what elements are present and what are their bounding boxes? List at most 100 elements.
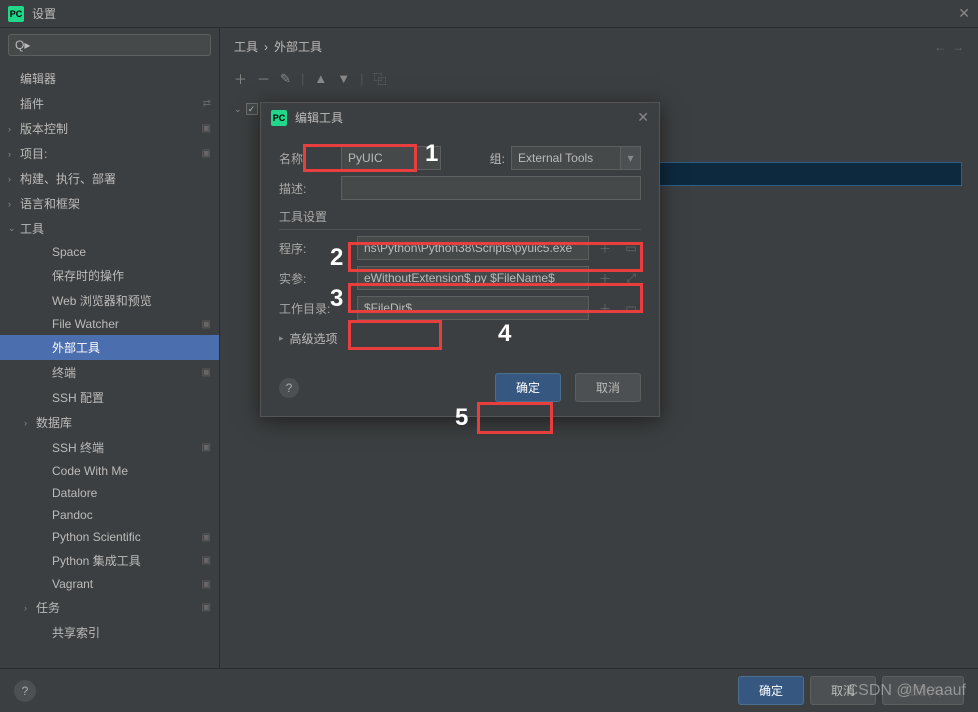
chevron-icon: ›	[8, 149, 20, 159]
advanced-options-toggle[interactable]: 高级选项	[290, 330, 338, 347]
dialog-ok-button[interactable]: 确定	[495, 373, 561, 402]
sidebar-item[interactable]: Python Scientific▣	[0, 526, 219, 548]
search-input[interactable]	[8, 34, 211, 56]
chevron-icon: ›	[24, 603, 36, 613]
sidebar-item[interactable]: ›数据库	[0, 410, 219, 435]
sidebar-item-label: 插件	[20, 95, 203, 112]
back-icon[interactable]: ←	[934, 40, 946, 54]
scope-icon: ▣	[202, 367, 211, 378]
sidebar-item[interactable]: ›构建、执行、部署	[0, 166, 219, 191]
sidebar-item[interactable]: Python 集成工具▣	[0, 548, 219, 573]
scope-icon: ▣	[202, 602, 211, 613]
sidebar-item[interactable]: ›语言和框架	[0, 191, 219, 216]
args-input[interactable]	[357, 266, 589, 290]
chevron-icon: ›	[24, 418, 36, 428]
browse-icon[interactable]: ▭	[621, 241, 641, 255]
sidebar-item-label: Web 浏览器和预览	[52, 292, 211, 309]
sidebar-item-label: 编辑器	[20, 70, 211, 87]
chevron-down-icon[interactable]: ▾	[621, 146, 641, 170]
ok-button[interactable]: 确定	[738, 676, 804, 705]
app-logo: PC	[8, 6, 24, 22]
sidebar-item-label: 外部工具	[52, 339, 211, 356]
dialog-help-icon[interactable]: ?	[279, 378, 299, 398]
sidebar-item[interactable]: Code With Me	[0, 460, 219, 482]
workdir-input[interactable]	[357, 296, 589, 320]
titlebar: PC 设置 ✕	[0, 0, 978, 28]
remove-button[interactable]: －	[257, 69, 270, 88]
sidebar-item[interactable]: 外部工具	[0, 335, 219, 360]
footer: ? 确定 取消 应用(A)	[0, 668, 978, 712]
help-icon[interactable]: ?	[14, 680, 36, 702]
toolbar: ＋ － ✎ | ▲ ▼ | ⿻	[220, 65, 978, 92]
args-label: 实参:	[279, 270, 351, 287]
window-title: 设置	[32, 5, 56, 22]
sidebar-item[interactable]: File Watcher▣	[0, 313, 219, 335]
sidebar: 编辑器插件⇄›版本控制▣›项目:▣›构建、执行、部署›语言和框架⌄工具Space…	[0, 28, 220, 668]
sidebar-item[interactable]: 保存时的操作	[0, 263, 219, 288]
sidebar-item[interactable]: ›项目:▣	[0, 141, 219, 166]
name-input[interactable]	[341, 146, 441, 170]
move-up-button[interactable]: ▲	[314, 71, 327, 86]
sidebar-item-label: Python Scientific	[52, 530, 202, 544]
sidebar-item[interactable]: Vagrant▣	[0, 573, 219, 595]
sidebar-item-label: 保存时的操作	[52, 267, 211, 284]
sidebar-item[interactable]: SSH 终端▣	[0, 435, 219, 460]
sidebar-item-label: 语言和框架	[20, 195, 211, 212]
scope-icon: ▣	[202, 555, 211, 566]
desc-label: 描述:	[279, 180, 335, 197]
edit-button[interactable]: ✎	[280, 71, 291, 87]
sidebar-item[interactable]: Space	[0, 241, 219, 263]
scope-icon: ▣	[202, 148, 211, 159]
sidebar-item[interactable]: 终端▣	[0, 360, 219, 385]
breadcrumb-current: 外部工具	[274, 38, 322, 55]
settings-tree: 编辑器插件⇄›版本控制▣›项目:▣›构建、执行、部署›语言和框架⌄工具Space…	[0, 62, 219, 668]
dialog-cancel-button[interactable]: 取消	[575, 373, 641, 402]
insert-macro-icon[interactable]: ＋	[595, 300, 615, 317]
scope-icon: ⇄	[203, 98, 211, 109]
program-input[interactable]	[357, 236, 589, 260]
watermark: CSDN @Meaauf	[847, 682, 966, 700]
program-label: 程序:	[279, 240, 351, 257]
dialog-title: 编辑工具	[295, 109, 343, 126]
copy-button[interactable]: ⿻	[373, 69, 386, 88]
edit-tool-dialog: PC 编辑工具 ✕ 名称: 组: ▾ 描述: 工具设置 程序: ＋ ▭ 实参:	[260, 102, 660, 417]
close-icon[interactable]: ✕	[958, 5, 970, 22]
dialog-close-icon[interactable]: ✕	[637, 109, 649, 126]
sidebar-item-label: Space	[52, 245, 211, 259]
expand-arrow-icon[interactable]: ⌄	[234, 104, 242, 115]
insert-macro-icon[interactable]: ＋	[595, 270, 615, 287]
sidebar-item[interactable]: ›任务▣	[0, 595, 219, 620]
scope-icon: ▣	[202, 319, 211, 330]
group-combo[interactable]	[511, 146, 621, 170]
sidebar-item[interactable]: Web 浏览器和预览	[0, 288, 219, 313]
add-button[interactable]: ＋	[234, 69, 247, 88]
sidebar-item-label: 项目:	[20, 145, 202, 162]
sidebar-item-label: 工具	[20, 220, 211, 237]
workdir-label: 工作目录:	[279, 300, 351, 317]
breadcrumb: 工具 › 外部工具 ← →	[220, 28, 978, 65]
sidebar-item[interactable]: Datalore	[0, 482, 219, 504]
sidebar-item-label: 版本控制	[20, 120, 202, 137]
desc-input[interactable]	[341, 176, 641, 200]
scope-icon: ▣	[202, 442, 211, 453]
sidebar-item[interactable]: Pandoc	[0, 504, 219, 526]
sidebar-item[interactable]: ›版本控制▣	[0, 116, 219, 141]
breadcrumb-parent[interactable]: 工具	[234, 38, 258, 55]
insert-macro-icon[interactable]: ＋	[595, 240, 615, 257]
sidebar-item[interactable]: 共享索引	[0, 620, 219, 645]
forward-icon[interactable]: →	[952, 40, 964, 54]
browse-icon[interactable]: ▭	[621, 301, 641, 315]
group-label: 组:	[490, 150, 505, 167]
group-checkbox[interactable]: ✓	[246, 103, 258, 115]
sidebar-item-label: Vagrant	[52, 577, 202, 591]
name-label: 名称:	[279, 150, 335, 167]
sidebar-item[interactable]: SSH 配置	[0, 385, 219, 410]
scope-icon: ▣	[202, 123, 211, 134]
expand-icon[interactable]: ⤢	[621, 271, 641, 286]
sidebar-item[interactable]: 编辑器	[0, 66, 219, 91]
sidebar-item[interactable]: 插件⇄	[0, 91, 219, 116]
sidebar-item[interactable]: ⌄工具	[0, 216, 219, 241]
chevron-icon: ⌄	[8, 223, 20, 234]
sidebar-item-label: Datalore	[52, 486, 211, 500]
move-down-button[interactable]: ▼	[337, 71, 350, 86]
